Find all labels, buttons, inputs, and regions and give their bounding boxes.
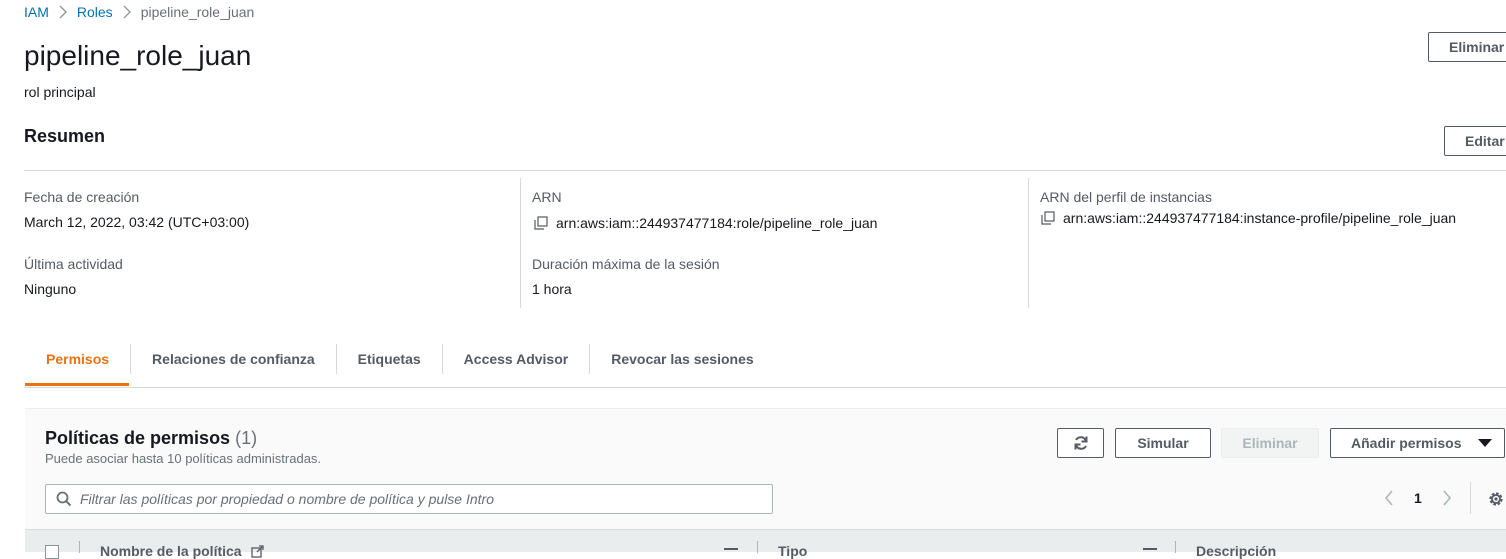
breadcrumb-iam-link[interactable]: IAM xyxy=(24,4,49,20)
max-session-value: 1 hora xyxy=(532,281,572,297)
chevron-right-icon[interactable] xyxy=(1442,490,1452,511)
edit-button[interactable]: Editar xyxy=(1444,126,1506,156)
max-session-label: Duración máxima de la sesión xyxy=(532,256,720,272)
arn-value: arn:aws:iam::244937477184:role/pipeline_… xyxy=(534,215,877,231)
delete-role-button[interactable]: Eliminar xyxy=(1428,32,1506,62)
created-label: Fecha de creación xyxy=(24,189,140,205)
permissions-title: Políticas de permisos (1) xyxy=(45,428,257,449)
refresh-icon xyxy=(1073,435,1089,451)
column-divider xyxy=(520,178,521,308)
page-title: pipeline_role_juan xyxy=(24,40,252,71)
last-activity-label: Última actividad xyxy=(24,256,123,272)
page-number[interactable]: 1 xyxy=(1414,490,1422,506)
tab-etiquetas[interactable]: Etiquetas xyxy=(335,343,442,374)
tab-revocar-sesiones[interactable]: Revocar las sesiones xyxy=(589,343,774,374)
summary-title: Resumen xyxy=(24,126,106,146)
add-permissions-button[interactable]: Añadir permisos xyxy=(1330,428,1505,458)
permissions-count: (1) xyxy=(235,428,258,448)
instance-profile-text: arn:aws:iam::244937477184:instance-profi… xyxy=(1063,210,1457,226)
pager-divider xyxy=(1470,482,1471,514)
column-header-policy-name-label: Nombre de la política xyxy=(100,543,242,559)
external-link-icon xyxy=(251,545,265,558)
sort-icon[interactable] xyxy=(1143,548,1157,550)
summary-divider xyxy=(24,170,1506,171)
arn-label: ARN xyxy=(532,189,562,205)
policy-search-input[interactable] xyxy=(80,491,760,507)
tab-access-advisor[interactable]: Access Advisor xyxy=(441,343,590,374)
page-subtitle: rol principal xyxy=(24,84,96,100)
select-all-checkbox[interactable] xyxy=(45,545,59,559)
copy-icon[interactable] xyxy=(1041,211,1055,225)
refresh-button[interactable] xyxy=(1057,428,1104,458)
caret-down-icon xyxy=(1478,438,1492,448)
permissions-title-text: Políticas de permisos xyxy=(45,428,231,448)
tab-relaciones-de-confianza[interactable]: Relaciones de confianza xyxy=(130,343,336,374)
column-divider xyxy=(1175,541,1176,553)
delete-policy-button[interactable]: Eliminar xyxy=(1221,428,1319,458)
created-value: March 12, 2022, 03:42 (UTC+03:00) xyxy=(24,214,250,230)
column-divider xyxy=(757,541,758,553)
gear-icon[interactable] xyxy=(1487,490,1505,513)
column-divider xyxy=(79,541,80,553)
chevron-right-icon xyxy=(123,5,131,19)
breadcrumb-current: pipeline_role_juan xyxy=(140,4,255,20)
arn-text: arn:aws:iam::244937477184:role/pipeline_… xyxy=(556,215,878,231)
breadcrumb-roles-link[interactable]: Roles xyxy=(77,4,113,20)
copy-icon[interactable] xyxy=(534,216,548,230)
instance-profile-value: arn:aws:iam::244937477184:instance-profi… xyxy=(1041,210,1456,226)
instance-profile-label: ARN del perfil de instancias xyxy=(1040,189,1212,205)
sort-icon[interactable] xyxy=(724,548,738,550)
policy-search-field[interactable] xyxy=(45,484,773,514)
column-header-policy-name[interactable]: Nombre de la política xyxy=(100,543,265,559)
simulate-button[interactable]: Simular xyxy=(1115,428,1211,458)
column-header-description[interactable]: Descripción xyxy=(1196,543,1276,559)
breadcrumb: IAM Roles pipeline_role_juan xyxy=(24,4,254,20)
search-icon xyxy=(56,491,72,507)
last-activity-value: Ninguno xyxy=(24,281,77,297)
tab-permisos[interactable]: Permisos xyxy=(25,344,130,374)
chevron-right-icon xyxy=(59,5,67,19)
column-header-type[interactable]: Tipo xyxy=(778,543,807,559)
add-permissions-label: Añadir permisos xyxy=(1351,435,1462,451)
active-tab-indicator xyxy=(25,383,129,386)
column-divider xyxy=(1028,178,1029,308)
chevron-left-icon[interactable] xyxy=(1384,490,1394,511)
permissions-description: Puede asociar hasta 10 políticas adminis… xyxy=(45,451,322,466)
tab-bar: Permisos Relaciones de confianza Etiquet… xyxy=(25,330,1506,388)
